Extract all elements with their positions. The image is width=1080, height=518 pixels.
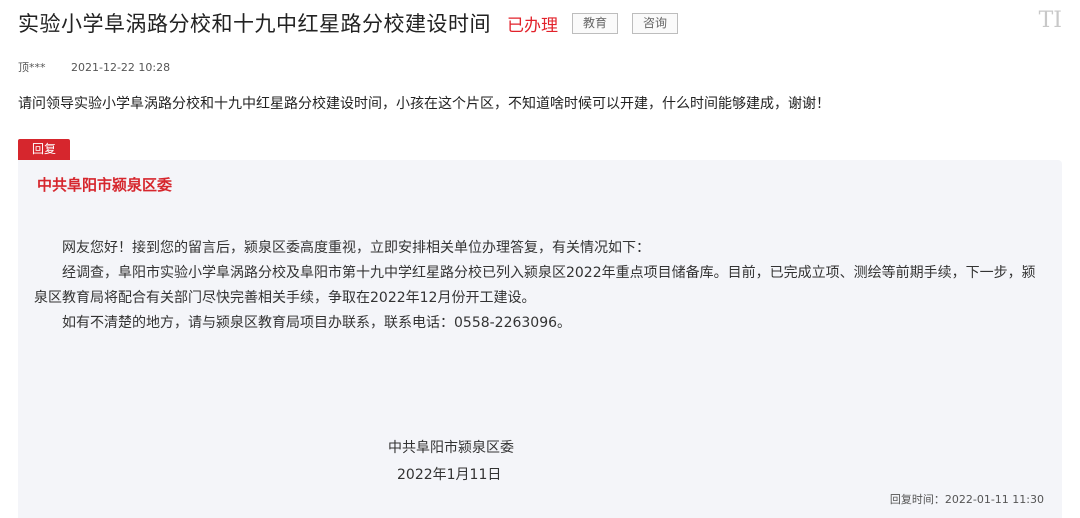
reply-badge: 回复 <box>18 139 71 160</box>
post-header: 实验小学阜涡路分校和十九中红星路分校建设时间 已办理 教育 咨询 TI <box>18 8 1062 38</box>
reply-paragraph: 如有不清楚的地方，请与颍泉区教育局项目办联系，联系电话：0558-2263096… <box>62 315 572 331</box>
post-title: 实验小学阜涡路分校和十九中红星路分校建设时间 <box>18 12 491 36</box>
question-text: 请问领导实验小学阜涡路分校和十九中红星路分校建设时间，小孩在这个片区，不知道啥时… <box>18 96 830 112</box>
reply-time-value: 2022-01-11 11:30 <box>944 493 1044 506</box>
signature-org: 中共阜阳市颍泉区委 <box>388 440 514 456</box>
category-tag-education[interactable]: 教育 <box>572 12 619 34</box>
reply-paragraph: 经调查，阜阳市实验小学阜涡路分校及阜阳市第十九中学红星路分校已列入颍泉区2022… <box>34 265 1036 306</box>
signature-date: 2022年1月11日 <box>397 467 502 483</box>
reply-time: 回复时间：2022-01-11 11:30 <box>890 491 1044 507</box>
author-name: 顶*** <box>18 61 46 74</box>
status-label: 已办理 <box>507 15 558 36</box>
font-size-icon[interactable]: TI <box>1039 8 1062 33</box>
reply-department: 中共阜阳市颍泉区委 <box>37 176 173 194</box>
reply-panel: 中共阜阳市颍泉区委 网友您好！接到您的留言后，颍泉区委高度重视，立即安排相关单位… <box>18 160 1062 518</box>
post-date: 2021-12-22 10:28 <box>71 61 171 74</box>
reply-body: 网友您好！接到您的留言后，颍泉区委高度重视，立即安排相关单位办理答复，有关情况如… <box>34 236 1048 336</box>
category-tag-inquiry[interactable]: 咨询 <box>632 12 679 34</box>
post-meta: 顶*** 2021-12-22 10:28 <box>18 59 170 75</box>
reply-time-label: 回复时间： <box>889 493 945 506</box>
reply-paragraph: 网友您好！接到您的留言后，颍泉区委高度重视，立即安排相关单位办理答复，有关情况如… <box>62 240 650 256</box>
